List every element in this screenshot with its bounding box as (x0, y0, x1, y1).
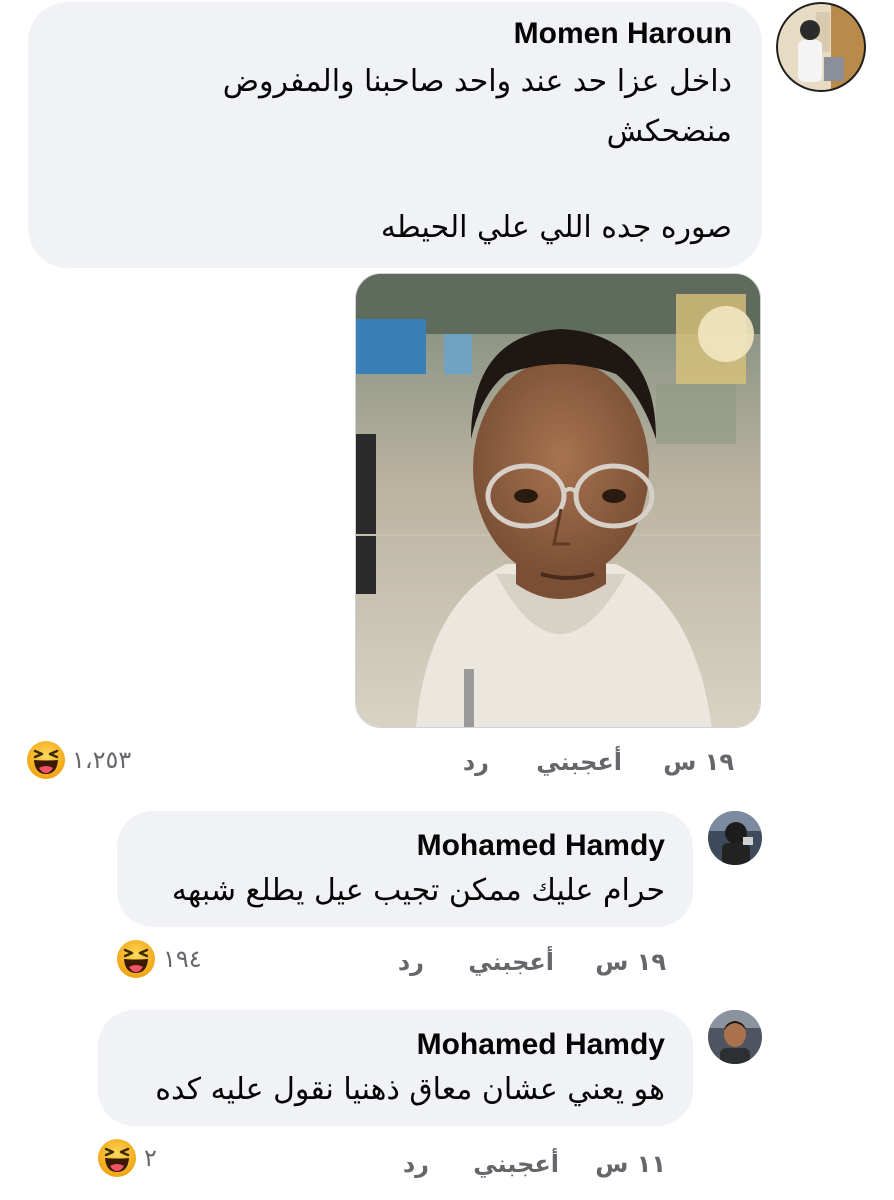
reply-button[interactable]: رد (463, 748, 489, 776)
like-button[interactable]: أعجبني (473, 1150, 559, 1178)
avatar[interactable] (708, 811, 762, 865)
like-button[interactable]: أعجبني (468, 948, 554, 976)
comment-bubble: Momen Haroun داخل عزا حد عند واحد صاحبنا… (28, 2, 762, 268)
comment-author[interactable]: Mohamed Hamdy (417, 1028, 665, 1062)
avatar[interactable] (708, 1010, 762, 1064)
comment-author[interactable]: Momen Haroun (514, 17, 732, 51)
comment-text-line: منضحكش (606, 114, 732, 149)
reaction-count[interactable]: ٢ (144, 1144, 157, 1172)
haha-icon[interactable] (116, 939, 156, 979)
comment-text-line: هو يعني عشان معاق ذهنيا نقول عليه كده (155, 1072, 665, 1107)
avatar-photo (708, 1010, 762, 1064)
comment-text-line: صوره جده اللي علي الحيطه (380, 210, 732, 245)
comment-timestamp[interactable]: ١١ س (595, 1150, 666, 1178)
comment-author[interactable]: Mohamed Hamdy (417, 829, 665, 863)
comment-text-line: حرام عليك ممكن تجيب عيل يطلع شبهه (171, 873, 665, 908)
comment-timestamp[interactable]: ١٩ س (595, 948, 666, 976)
comment-bubble: Mohamed Hamdy هو يعني عشان معاق ذهنيا نق… (98, 1010, 693, 1126)
reply-button[interactable]: رد (403, 1150, 429, 1178)
comment-bubble: Mohamed Hamdy حرام عليك ممكن تجيب عيل يط… (117, 811, 693, 927)
haha-icon[interactable] (26, 740, 66, 780)
comment-thread: Momen Haroun داخل عزا حد عند واحد صاحبنا… (0, 0, 894, 1200)
reply-button[interactable]: رد (398, 948, 424, 976)
comment-timestamp[interactable]: ١٩ س (663, 748, 734, 776)
comment-text-line: داخل عزا حد عند واحد صاحبنا والمفروض (222, 64, 732, 99)
reaction-count[interactable]: ١٩٤ (163, 945, 202, 973)
haha-icon[interactable] (97, 1138, 137, 1178)
avatar-photo (708, 811, 762, 865)
like-button[interactable]: أعجبني (536, 748, 622, 776)
comment-attached-photo[interactable] (355, 273, 761, 728)
portrait-image (356, 274, 760, 727)
avatar[interactable] (776, 2, 866, 92)
reaction-count[interactable]: ١،٢٥٣ (72, 746, 131, 774)
